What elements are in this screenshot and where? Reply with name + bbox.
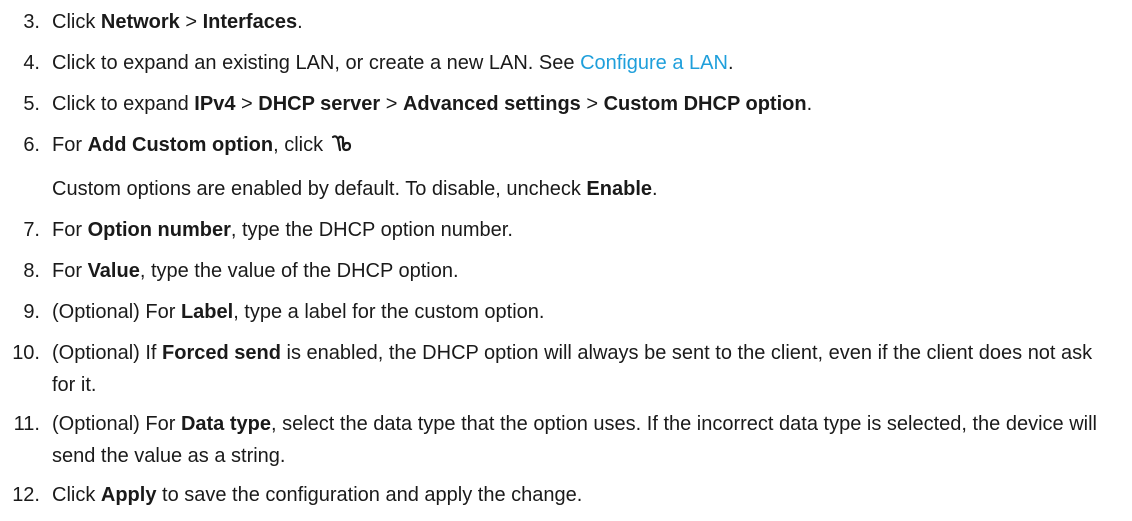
button-apply-ref: Apply: [100, 484, 157, 506]
punctuation: .: [727, 52, 734, 74]
step-11: 11. (Optional) For Data type, select the…: [0, 408, 1112, 472]
step-6: 6. For Add Custom option, click Custom o…: [0, 129, 1112, 205]
field-enable: Enable: [586, 178, 652, 200]
step-text: (Optional) For: [52, 413, 181, 435]
step-text: , click: [273, 134, 329, 156]
field-label: Label: [180, 301, 234, 323]
step-number: 4.: [23, 52, 40, 74]
note-text: Custom options are enabled by default. T…: [52, 178, 587, 200]
step-number: 11.: [13, 413, 40, 435]
step-text: (Optional) If: [52, 342, 163, 364]
step-3: 3. Click Network > Interfaces.: [0, 6, 1112, 38]
punctuation: .: [297, 11, 303, 33]
step-9: 9. (Optional) For Label, type a label fo…: [0, 296, 1112, 328]
menu-custom-dhcp-option: Custom DHCP option: [603, 93, 807, 115]
separator: >: [179, 11, 203, 33]
step-number: 5.: [23, 93, 40, 115]
step-text: (Optional) For: [52, 301, 181, 323]
separator: >: [580, 93, 604, 115]
field-data-type: Data type: [180, 413, 271, 435]
field-add-custom-option: Add Custom option: [87, 134, 274, 156]
separator: >: [235, 93, 259, 115]
step-number: 10.: [12, 342, 40, 364]
configure-lan-link[interactable]: Configure a LAN: [580, 52, 728, 74]
step-text: Click to expand: [52, 93, 195, 115]
menu-ipv4: IPv4: [194, 93, 236, 115]
step-4: 4. Click to expand an existing LAN, or c…: [0, 47, 1112, 79]
step-text: Click: [52, 11, 101, 33]
menu-network: Network: [100, 11, 180, 33]
step-text: , type the value of the DHCP option.: [139, 260, 459, 282]
menu-advanced-settings: Advanced settings: [402, 93, 581, 115]
punctuation: .: [806, 93, 813, 115]
step-12: 12. Click Apply to save the configuratio…: [0, 479, 1112, 511]
step-number: 3.: [23, 11, 40, 33]
menu-dhcp-server: DHCP server: [258, 93, 381, 115]
step-number: 12.: [12, 484, 40, 506]
separator: >: [380, 93, 403, 115]
step-7: 7. For Option number, type the DHCP opti…: [0, 214, 1112, 246]
step-text: , type a label for the custom option.: [233, 301, 545, 323]
menu-interfaces: Interfaces: [202, 11, 298, 33]
punctuation: .: [652, 178, 658, 200]
step-text: , type the DHCP option number.: [230, 219, 513, 241]
field-option-number: Option number: [87, 219, 231, 241]
field-forced-send: Forced send: [162, 342, 281, 364]
step-number: 8.: [23, 260, 40, 282]
step-6-note: Custom options are enabled by default. T…: [52, 173, 1112, 205]
step-number: 7.: [23, 219, 40, 241]
step-text: For: [52, 260, 88, 282]
step-5: 5. Click to expand IPv4 > DHCP server > …: [0, 88, 1112, 120]
step-text: to save the configuration and apply the …: [156, 484, 583, 506]
step-text: For: [52, 219, 88, 241]
step-number: 9.: [23, 301, 40, 323]
step-8: 8. For Value, type the value of the DHCP…: [0, 255, 1112, 287]
step-10: 10. (Optional) If Forced send is enabled…: [0, 337, 1112, 401]
field-value: Value: [87, 260, 140, 282]
step-text: For: [52, 134, 88, 156]
step-text: Click to expand an existing LAN, or crea…: [52, 52, 581, 74]
add-icon: [331, 132, 353, 164]
step-text: Click: [52, 484, 101, 506]
step-number: 6.: [23, 134, 40, 156]
instruction-steps: 3. Click Network > Interfaces. 4. Click …: [0, 0, 1132, 511]
